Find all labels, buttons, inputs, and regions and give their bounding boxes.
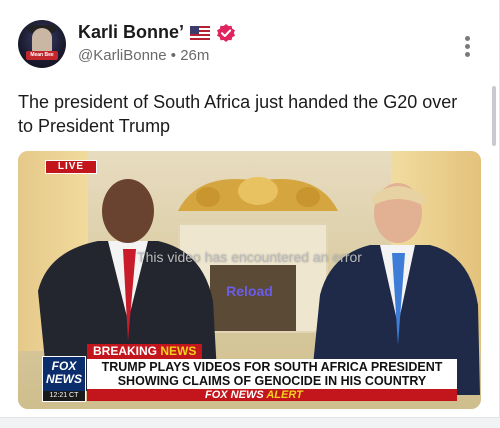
verified-badge-icon [217, 23, 236, 42]
post-meta: @KarliBonne • 26m [78, 47, 209, 64]
headline-line-2: SHOWING CLAIMS OF GENOCIDE IN HIS COUNTR… [117, 374, 427, 388]
news-headline: TRUMP PLAYS VIDEOS FOR SOUTH AFRICA PRES… [87, 359, 457, 389]
breaking-word: BREAKING [93, 344, 158, 358]
post-time: 26m [180, 47, 210, 64]
fox-news-logo: FOX NEWS 12:21 CT [42, 356, 86, 402]
breaking-news-label: BREAKING NEWS [87, 344, 203, 359]
headline-line-1: TRUMP PLAYS VIDEOS FOR SOUTH AFRICA PRES… [101, 360, 443, 374]
author-handle[interactable]: @KarliBonne [78, 47, 167, 64]
post-card: Mean Bee Karli Bonne’ @KarliBonne • 26m … [0, 0, 500, 418]
us-flag-icon [190, 25, 211, 40]
alert-prefix: FOX NEWS [205, 389, 264, 401]
post-text: The president of South Africa just hande… [18, 92, 458, 136]
reload-button[interactable]: Reload [18, 283, 481, 299]
alert-bar: FOX NEWS ALERT [87, 389, 457, 401]
author-row: Karli Bonne’ [78, 22, 236, 43]
video-player[interactable]: LIVE This video has encountered an error… [18, 151, 481, 409]
more-vertical-icon[interactable] [462, 36, 472, 60]
video-error-message: This video has encountered an error [137, 249, 362, 265]
network-line-2: NEWS [46, 372, 82, 386]
avatar[interactable]: Mean Bee [18, 20, 66, 68]
live-badge: LIVE [45, 160, 97, 174]
broadcast-clock: 12:21 CT [43, 391, 85, 401]
avatar-tag: Mean Bee [26, 51, 58, 60]
author-name[interactable]: Karli Bonne’ [78, 22, 184, 43]
scrollbar[interactable] [492, 86, 496, 146]
alert-word: ALERT [266, 389, 303, 401]
meta-separator: • [170, 47, 177, 64]
news-word: NEWS [160, 344, 197, 358]
